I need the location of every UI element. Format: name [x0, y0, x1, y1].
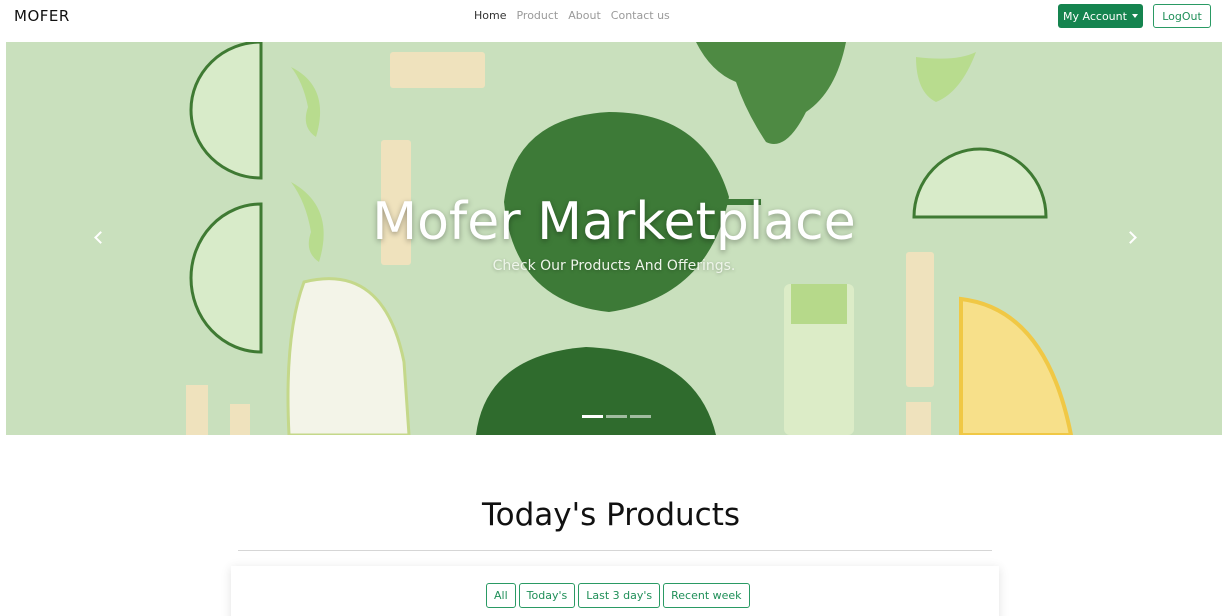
section-title: Today's Products [481, 497, 741, 533]
nav-link-contact[interactable]: Contact us [611, 9, 670, 22]
nav-links: Home Product About Contact us [474, 9, 670, 22]
caret-down-icon [1131, 14, 1138, 18]
carousel-indicators [582, 415, 651, 418]
carousel-indicator-1[interactable] [582, 415, 603, 418]
filter-last-3-days-button[interactable]: Last 3 day's [578, 583, 661, 608]
my-account-button[interactable]: My Account [1058, 4, 1143, 28]
my-account-label: My Account [1063, 9, 1127, 23]
filter-button-group: All Today's Last 3 day's Recent week [486, 583, 750, 608]
section-divider [238, 550, 992, 551]
carousel-next-button[interactable] [1124, 228, 1144, 248]
hero-title: Mofer Marketplace [372, 192, 856, 252]
logout-button[interactable]: LogOut [1153, 4, 1211, 28]
brand-logo[interactable]: MOFER [14, 7, 70, 25]
chevron-right-icon [1124, 231, 1137, 244]
chevron-left-icon [94, 231, 107, 244]
filter-recent-week-button[interactable]: Recent week [663, 583, 750, 608]
nav-link-about[interactable]: About [568, 9, 601, 22]
carousel-indicator-3[interactable] [630, 415, 651, 418]
navbar: MOFER Home Product About Contact us My A… [0, 0, 1222, 40]
filter-all-button[interactable]: All [486, 583, 516, 608]
carousel-prev-button[interactable] [90, 228, 110, 248]
filter-today-button[interactable]: Today's [518, 583, 576, 608]
carousel-indicator-2[interactable] [606, 415, 627, 418]
nav-link-home[interactable]: Home [474, 9, 506, 22]
hero-carousel: Mofer Marketplace Check Our Products And… [6, 42, 1222, 435]
hero-subtitle: Check Our Products And Offerings. [492, 258, 736, 274]
nav-link-product[interactable]: Product [516, 9, 558, 22]
